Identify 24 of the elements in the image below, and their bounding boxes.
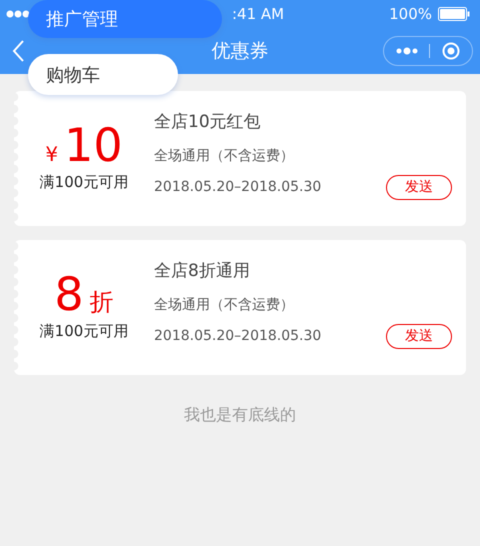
coupon-scope: 全场通用（不含运费） [154, 146, 295, 164]
battery-percent: 100% [389, 5, 432, 23]
capsule-menu[interactable] [383, 36, 473, 66]
end-of-list-text: 我也是有底线的 [183, 405, 297, 426]
menu-item[interactable]: 购物车 [28, 54, 178, 95]
battery-icon [438, 7, 470, 21]
coupon-condition: 满100元可用 [40, 173, 128, 192]
coupon-scope: 全场通用（不含运费） [154, 296, 295, 314]
more-icon[interactable] [396, 47, 418, 55]
coupon-amount: 10 [64, 119, 123, 171]
coupon-amount: 8 [54, 268, 84, 320]
currency-symbol: ¥ [45, 142, 58, 166]
send-button[interactable]: 发送 [386, 174, 452, 200]
send-button[interactable]: 发送 [386, 324, 452, 348]
status-time: :41 AM [232, 5, 286, 23]
coupon-period: 2018.05.20–2018.05.30 [154, 328, 322, 344]
page-title: 优惠券 [210, 39, 270, 64]
menu-item[interactable]: 推广管理 [28, 0, 222, 38]
coupon-title: 全店10元红包 [154, 110, 262, 132]
discount-unit: 折 [90, 287, 114, 318]
coupon-title: 全店8折通用 [154, 260, 251, 282]
coupon-period: 2018.05.20–2018.05.30 [154, 179, 322, 195]
back-icon[interactable] [11, 39, 25, 63]
coupon-condition: 满100元可用 [40, 322, 128, 341]
